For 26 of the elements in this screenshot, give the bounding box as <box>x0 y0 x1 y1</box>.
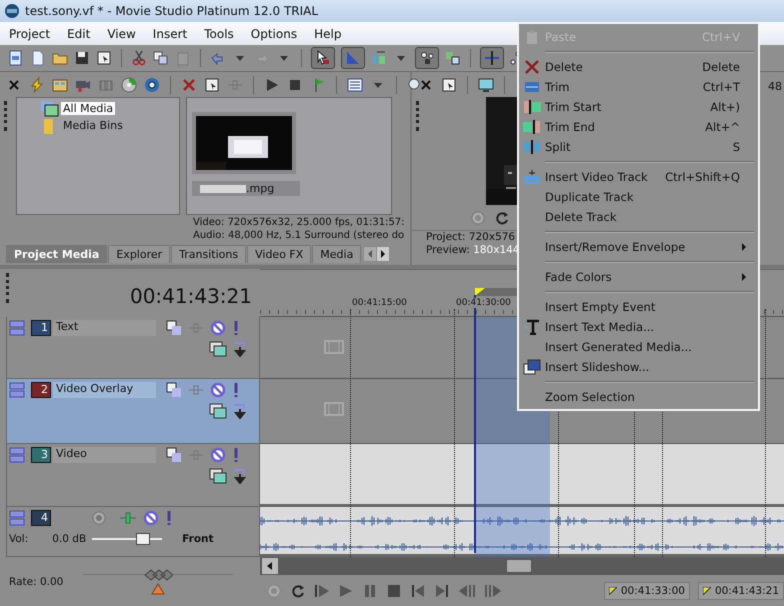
time-value: 00:41:43:21 <box>714 584 779 596</box>
shortcut-text: Ctrl+Shift+Q <box>665 170 740 184</box>
rate-label: Rate: 0.00 <box>9 576 64 588</box>
time-display: 00:41:43:21 <box>130 284 252 308</box>
ruler-time: 00:41:30:00 <box>456 298 511 308</box>
shortcut-text: S <box>732 140 740 154</box>
pan-label: Front <box>182 533 214 545</box>
track-number: 2 <box>31 382 51 398</box>
panel-text: 48 <box>768 80 782 93</box>
track-number: 4 <box>31 510 51 526</box>
window-title: test.sony.vf * - Movie Studio Platinum 12.0 TRIAL <box>25 4 318 18</box>
project-label: Project: <box>426 231 466 243</box>
preview-label: Preview: <box>426 244 470 256</box>
project-resolution: 720x576 <box>468 231 516 243</box>
media-info-text: Video: 720x576x32, 25.000 fps, 01:31:57: <box>193 216 406 229</box>
media-info-text: Audio: 48,000 Hz, 5.1 Surround (stereo do <box>193 229 406 242</box>
volume-label: Vol: <box>9 533 28 545</box>
time-value: 00:41:33:00 <box>620 584 685 596</box>
volume-value: 0.0 dB <box>52 533 86 545</box>
shortcut-text: Ctrl+T <box>702 80 740 94</box>
ruler-time: 00:41:15:00 <box>352 298 407 308</box>
shortcut-text: Alt+) <box>710 100 740 114</box>
track-number: 1 <box>31 320 51 336</box>
shortcut-text: Alt+^ <box>705 120 740 134</box>
track-number: 3 <box>31 447 51 463</box>
shortcut-text: Delete <box>702 60 740 74</box>
